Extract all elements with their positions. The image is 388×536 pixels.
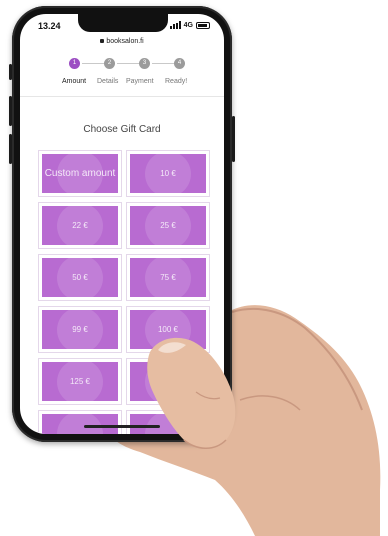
gift-card-custom[interactable]: Custom amount: [38, 150, 122, 197]
header-divider: [20, 96, 224, 97]
gift-card-partial[interactable]: [38, 410, 122, 434]
step-2-dot[interactable]: 2: [104, 58, 115, 69]
step-2-label: Details: [97, 78, 119, 85]
gift-card-10[interactable]: 10 €: [126, 150, 210, 197]
network-label: 4G: [183, 21, 193, 29]
gift-card-label: Custom amount: [44, 167, 116, 179]
gift-card-99[interactable]: 99 €: [38, 306, 122, 353]
step-1-label: Amount: [62, 78, 87, 85]
gift-card-label: 125 €: [69, 376, 91, 386]
gift-card-125[interactable]: 125 €: [38, 358, 122, 405]
gift-card-75[interactable]: 75 €: [126, 254, 210, 301]
status-time: 13.24: [38, 21, 61, 31]
gift-card-100[interactable]: 100 €: [126, 306, 210, 353]
page-title: Choose Gift Card: [83, 124, 161, 135]
step-3-label: Payment: [126, 78, 154, 85]
gift-card-label: 22 €: [72, 220, 88, 230]
gift-card-label: 99 €: [72, 324, 88, 334]
step-labels: Amount Details Payment Ready!: [20, 78, 224, 88]
gift-card-label: 100 €: [157, 324, 179, 334]
url-bar[interactable]: booksalon.fi: [20, 38, 224, 45]
signal-icon: [169, 21, 181, 29]
status-indicators: 4G: [169, 21, 210, 29]
lock-icon: [100, 39, 105, 44]
gift-card-22[interactable]: 22 €: [38, 202, 122, 249]
gift-card-150[interactable]: 150 €: [126, 358, 210, 405]
gift-card-label: 150 €: [157, 376, 179, 386]
checkout-stepper: 1 2 3 4: [20, 58, 224, 70]
power-button: [232, 116, 235, 162]
step-3-dot[interactable]: 3: [139, 58, 150, 69]
gift-card-label: 50 €: [72, 272, 88, 282]
gift-card-label: 75 €: [160, 272, 176, 282]
step-connector: [152, 63, 176, 64]
gift-card-25[interactable]: 25 €: [126, 202, 210, 249]
phone-screen: 13.24 4G booksalon.fi 1 2 3 4 Amount Det…: [20, 14, 224, 434]
step-4-dot[interactable]: 4: [174, 58, 185, 69]
gift-card-50[interactable]: 50 €: [38, 254, 122, 301]
gift-card-label: 10 €: [160, 168, 176, 178]
step-4-label: Ready!: [165, 78, 188, 85]
gift-card-label: 25 €: [160, 220, 176, 230]
volume-down-button: [9, 134, 12, 164]
step-1-dot[interactable]: 1: [69, 58, 80, 69]
step-connector: [117, 63, 141, 64]
gift-card-partial[interactable]: [126, 410, 210, 434]
step-connector: [82, 63, 106, 64]
volume-up-button: [9, 96, 12, 126]
mute-switch: [9, 64, 12, 80]
url-domain: booksalon.fi: [106, 38, 144, 45]
home-indicator: [84, 425, 160, 428]
notch: [78, 14, 168, 32]
battery-icon: [196, 21, 210, 29]
